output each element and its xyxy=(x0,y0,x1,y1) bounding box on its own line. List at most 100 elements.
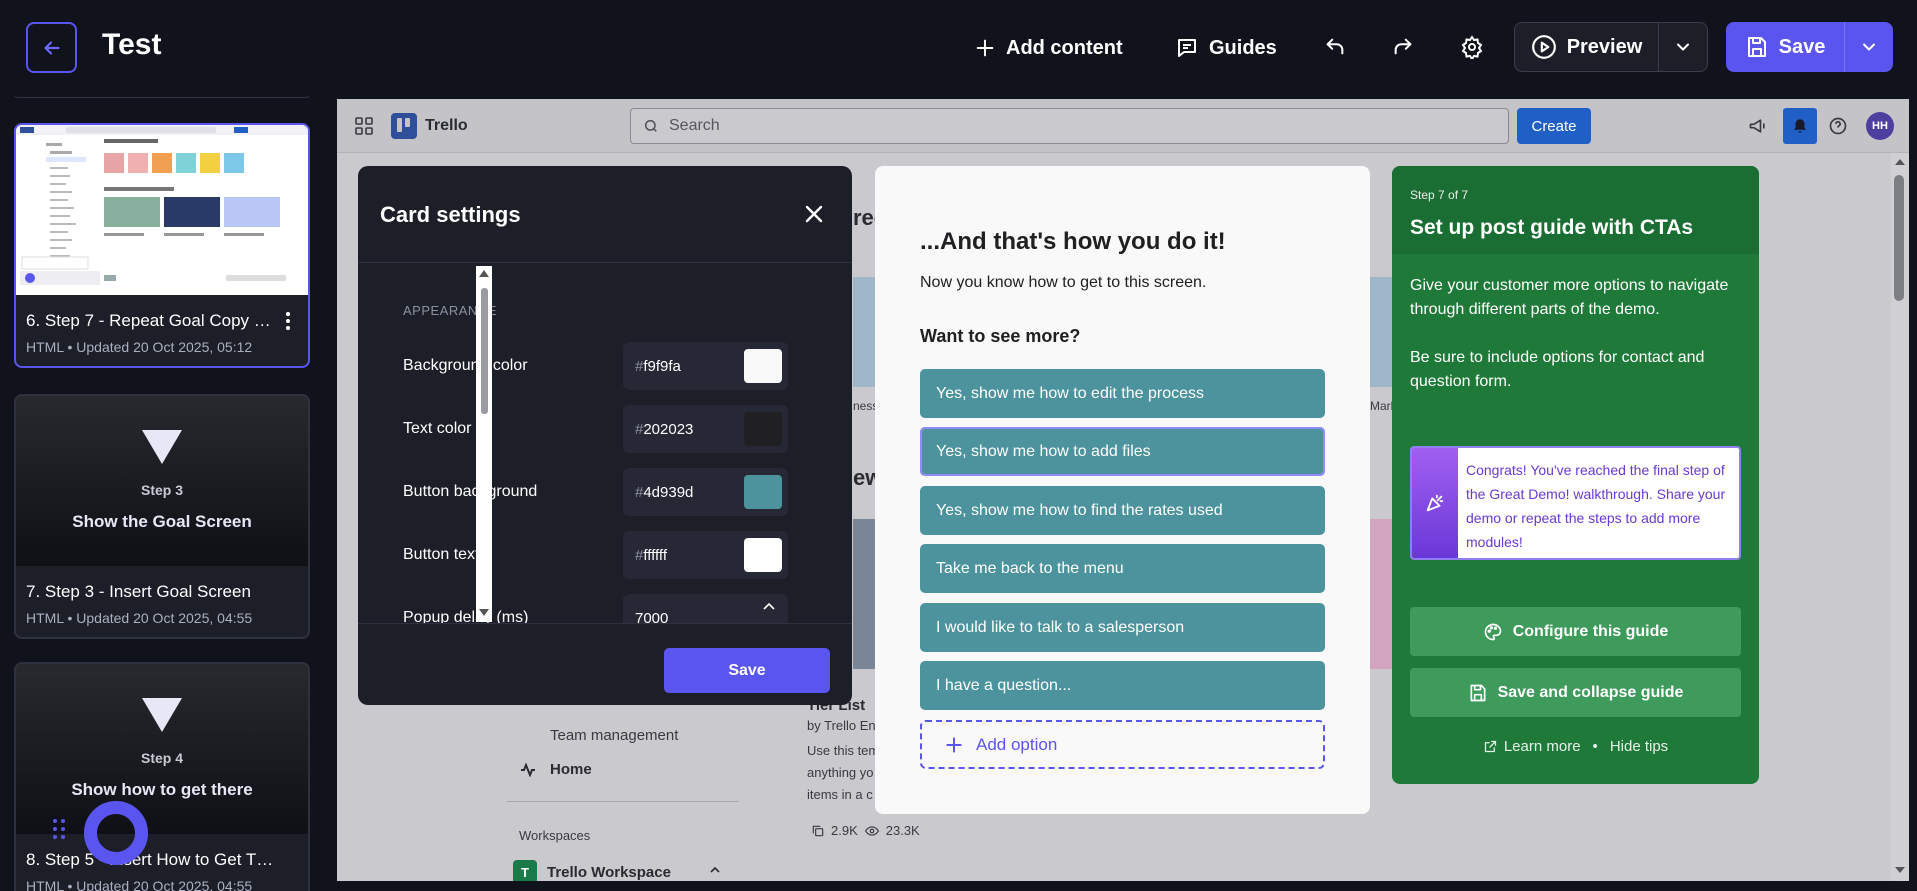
button-text-field[interactable]: # ffffff xyxy=(623,531,788,579)
floppy-disk-icon xyxy=(1747,37,1766,57)
scroll-down-arrow-icon[interactable] xyxy=(478,608,490,618)
steps-sidebar: 6. Step 7 - Repeat Goal Copy of... HTML … xyxy=(0,96,330,891)
card-menu-button[interactable] xyxy=(278,309,298,333)
card-thumbnail-screenshot xyxy=(16,125,308,295)
trello-logo[interactable]: Trello xyxy=(391,113,468,139)
chevron-down-icon xyxy=(1863,43,1875,51)
preview-dropdown-button[interactable] xyxy=(1659,23,1707,71)
card-meta: HTML • Updated 20 Oct 2025, 04:55 xyxy=(26,610,253,626)
configure-guide-label: Configure this guide xyxy=(1512,622,1669,640)
popup-delay-input[interactable]: 7000 xyxy=(623,594,788,623)
scroll-down-arrow-icon[interactable] xyxy=(1893,865,1907,875)
chevron-up-icon[interactable] xyxy=(763,602,775,610)
user-avatar[interactable]: HH xyxy=(1866,112,1894,140)
guide-paragraph: Be sure to include options for contact a… xyxy=(1410,349,1705,390)
learn-more-link[interactable]: Learn more xyxy=(1483,738,1581,755)
trello-create-button[interactable]: Create xyxy=(1517,108,1591,144)
pulse-icon xyxy=(521,762,535,777)
card-title: 8. Step 5 - Insert How to Get There xyxy=(26,850,276,869)
hide-tips-label: Hide tips xyxy=(1609,738,1669,755)
document-title: Test xyxy=(102,28,162,61)
close-button[interactable] xyxy=(802,202,826,226)
app-grid-icon[interactable] xyxy=(349,111,379,141)
text-color-field[interactable]: #202023 xyxy=(623,405,788,453)
save-button-group: Save xyxy=(1726,22,1893,72)
step-card[interactable]: 6. Step 7 - Repeat Goal Copy of... HTML … xyxy=(14,123,310,368)
card-meta: HTML • Updated 20 Oct 2025, 05:12 xyxy=(26,339,253,355)
configure-guide-button[interactable]: Configure this guide xyxy=(1410,607,1741,656)
bell-icon[interactable] xyxy=(1783,108,1817,144)
option-button[interactable]: Yes, show me how to add files xyxy=(920,427,1325,476)
option-button[interactable]: I have a question... xyxy=(920,661,1325,710)
option-button[interactable]: Yes, show me how to edit the process xyxy=(920,369,1325,418)
guide-links: Learn more • Hide tips xyxy=(1392,738,1759,755)
setting-label: Button background xyxy=(403,483,538,500)
settings-title: Card settings xyxy=(380,202,521,227)
background-color-field[interactable]: # f9f9fa xyxy=(623,342,788,390)
color-swatch[interactable] xyxy=(744,538,782,572)
chevron-down-icon xyxy=(1677,43,1689,51)
save-button[interactable]: Save xyxy=(1726,22,1845,72)
save-collapse-guide-button[interactable]: Save and collapse guide xyxy=(1410,668,1741,717)
color-value: 202023 xyxy=(643,420,694,438)
guides-label: Guides xyxy=(1209,36,1277,59)
nav-team-management[interactable]: Team management xyxy=(550,727,678,744)
views-count: 23.3K xyxy=(885,823,920,838)
learn-more-label: Learn more xyxy=(1503,738,1581,755)
settings-scrollbar-thumb[interactable] xyxy=(481,288,488,414)
megaphone-icon[interactable] xyxy=(1743,111,1773,141)
setting-label: Background color xyxy=(403,357,528,374)
plus-icon xyxy=(976,39,994,57)
search-placeholder: Search xyxy=(669,117,720,134)
divider xyxy=(507,801,739,802)
undo-icon xyxy=(1326,38,1344,55)
undo-button[interactable] xyxy=(1318,30,1352,64)
scroll-up-arrow-icon[interactable] xyxy=(1893,157,1907,167)
workspace-avatar: T xyxy=(513,860,537,881)
save-dropdown-button[interactable] xyxy=(1845,22,1893,72)
hash-prefix: # xyxy=(635,546,644,564)
message-square-icon xyxy=(1178,39,1196,57)
option-button[interactable]: Take me back to the menu xyxy=(920,544,1325,593)
thumbnail-caption: Show the Goal Screen xyxy=(72,512,252,531)
workspaces-label: Workspaces xyxy=(519,828,591,843)
redo-button[interactable] xyxy=(1386,30,1420,64)
workspace-name[interactable]: Trello Workspace xyxy=(547,864,671,881)
guides-button[interactable]: Guides xyxy=(1175,28,1277,68)
settings-button[interactable] xyxy=(1455,30,1489,64)
button-background-field[interactable]: #4d939d xyxy=(623,468,788,516)
chevron-up-icon[interactable] xyxy=(707,862,723,881)
bg-template-image xyxy=(853,277,875,387)
step-card[interactable]: Step 3 Show the Goal Screen 7. Step 3 - … xyxy=(14,394,310,639)
palette-icon xyxy=(1484,623,1502,640)
hide-tips-link[interactable]: Hide tips xyxy=(1610,738,1668,755)
logo-triangle-icon xyxy=(142,430,182,464)
search-icon xyxy=(644,119,657,132)
color-swatch[interactable] xyxy=(744,349,782,383)
option-button[interactable]: I would like to talk to a salesperson xyxy=(920,603,1325,652)
number-stepper[interactable] xyxy=(762,602,776,623)
nav-home[interactable]: Home xyxy=(520,761,592,778)
add-option-button[interactable]: Add option xyxy=(920,720,1325,769)
add-content-button[interactable]: Add content xyxy=(974,28,1123,68)
trello-search-input[interactable]: Search xyxy=(630,108,1509,144)
bg-template-image xyxy=(853,519,875,669)
bg-template-image xyxy=(1370,519,1392,669)
thumbnail-preview-image xyxy=(16,125,308,285)
close-icon xyxy=(805,205,823,223)
trello-brand: Trello xyxy=(425,117,468,134)
scroll-up-arrow-icon[interactable] xyxy=(478,268,490,278)
option-button[interactable]: Yes, show me how to find the rates used xyxy=(920,486,1325,535)
card-subtitle: Now you know how to get to this screen. xyxy=(920,274,1207,291)
back-button[interactable] xyxy=(26,22,77,73)
color-swatch[interactable] xyxy=(744,412,782,446)
color-swatch[interactable] xyxy=(744,475,782,509)
settings-save-button[interactable]: Save xyxy=(664,648,830,693)
preview-button[interactable]: Preview xyxy=(1515,23,1659,71)
save-collapse-label: Save and collapse guide xyxy=(1497,683,1684,701)
step-card[interactable]: Step 4 Show how to get there 8. Step 5 -… xyxy=(14,662,310,891)
template-desc: anything yo xyxy=(807,765,874,780)
drag-handle-icon[interactable] xyxy=(52,818,66,845)
help-icon[interactable] xyxy=(1823,111,1853,141)
stage-scrollbar-thumb[interactable] xyxy=(1894,175,1904,301)
